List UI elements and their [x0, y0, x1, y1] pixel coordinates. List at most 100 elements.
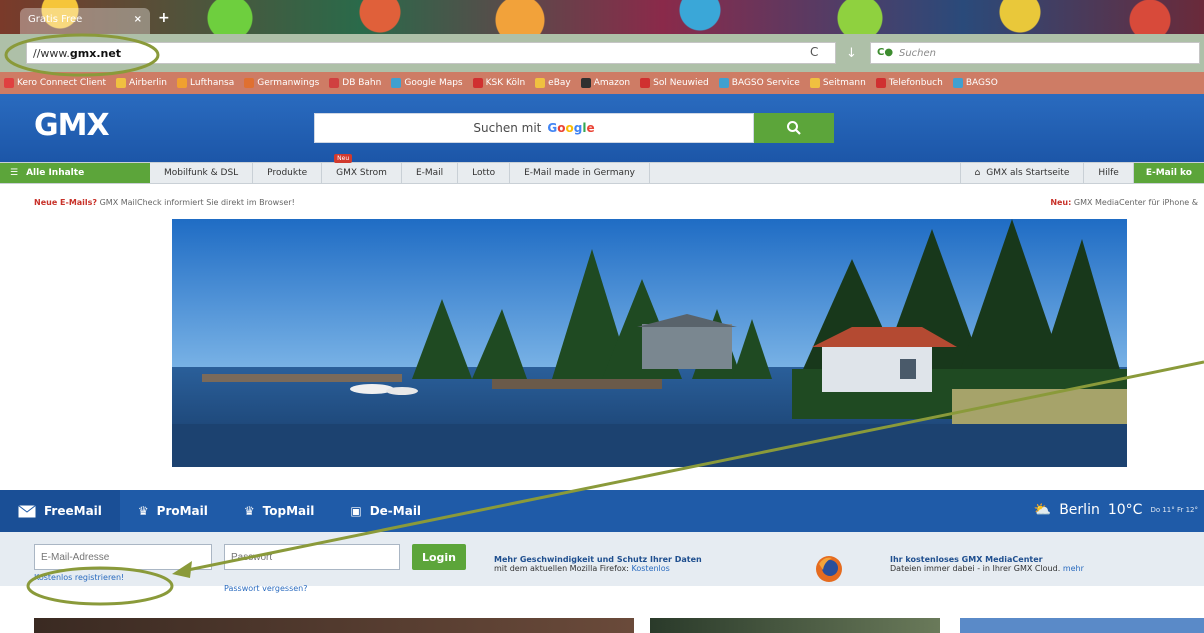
bookmark-favicon-icon — [535, 78, 546, 88]
bookmark-label: Amazon — [593, 78, 631, 88]
nav-email-ko[interactable]: E-Mail ko — [1133, 163, 1204, 183]
login-button[interactable]: Login — [412, 544, 466, 570]
mail-tabs: FreeMail ♛ ProMail ♛ TopMail ▣ De-Mail ⛅… — [0, 490, 1204, 532]
nav-item-lotto[interactable]: Lotto — [458, 163, 511, 183]
nav-item-email-germany[interactable]: E-Mail made in Germany — [510, 163, 651, 183]
weather-temp: 10°C — [1107, 502, 1143, 518]
search-placeholder: Suchen — [899, 48, 937, 59]
teaser-image[interactable] — [650, 618, 940, 633]
address-bar[interactable]: //www.gmx.net — [26, 42, 836, 64]
bookmark-favicon-icon — [580, 78, 591, 88]
bookmark-item[interactable]: BAGSO Service — [718, 76, 800, 90]
bookmark-item[interactable]: Germanwings — [244, 76, 319, 90]
nav-all-content[interactable]: ☰ Alle Inhalte — [0, 163, 150, 183]
google-search-input[interactable]: Suchen mit Google — [314, 113, 754, 143]
password-field[interactable] — [224, 544, 400, 570]
bookmark-label: BAGSO Service — [731, 78, 800, 88]
bookmark-favicon-icon — [472, 78, 483, 88]
promo-mediacenter[interactable]: Ihr kostenloses GMX MediaCenter Dateien … — [890, 555, 1204, 573]
gmx-logo[interactable]: GMX — [34, 108, 110, 143]
tab-topmail[interactable]: ♛ TopMail — [226, 490, 332, 532]
bookmark-label: Seitmann — [822, 78, 866, 88]
bookmark-favicon-icon — [116, 78, 126, 88]
notice-left-text: GMX MailCheck informiert Sie direkt im B… — [99, 198, 295, 207]
nav-startpage[interactable]: ⌂ GMX als Startseite — [959, 163, 1085, 183]
tab-freemail[interactable]: FreeMail — [0, 490, 120, 532]
reload-icon[interactable]: C — [810, 45, 818, 59]
browser-toolbar: //www.gmx.net C ↓ C● Suchen ⌂ ☆ — [0, 34, 1204, 72]
bookmark-item[interactable]: KSK Köln — [472, 76, 526, 90]
tab-close-icon[interactable]: × — [134, 14, 142, 28]
bookmark-favicon-icon — [809, 78, 820, 88]
nav-item-produkte[interactable]: Produkte — [253, 163, 323, 183]
browser-tab[interactable]: Gratis Free × — [20, 8, 150, 34]
notice-bar: Neue E-Mails? GMX MailCheck informiert S… — [0, 196, 1204, 210]
crown-icon: ♛ — [243, 504, 255, 518]
bookmark-label: DB Bahn — [342, 78, 382, 88]
bookmark-label: Kero Connect Client — [17, 78, 106, 88]
house-icon: ⌂ — [974, 168, 981, 178]
bookmark-item[interactable]: Airberlin — [116, 76, 167, 90]
home-icon[interactable]: ⌂ — [1156, 44, 1165, 60]
weather-forecast: Do 11° Fr 12° — [1150, 506, 1198, 514]
bookmark-star-icon[interactable]: ☆ — [1180, 44, 1193, 60]
nav-all-label: Alle Inhalte — [26, 168, 85, 178]
tab-promail[interactable]: ♛ ProMail — [120, 490, 226, 532]
promo-mediacenter-text: Dateien immer dabei - in Ihrer GMX Cloud… — [890, 564, 1061, 573]
teaser-image[interactable] — [960, 618, 1204, 633]
notice-left-highlight: Neue E-Mails? — [34, 198, 98, 207]
bookmark-label: KSK Köln — [485, 78, 526, 88]
search-icon — [787, 121, 801, 135]
url-prefix: //www. — [33, 47, 70, 60]
demail-icon: ▣ — [350, 504, 362, 518]
cloud-sun-icon: ⛅ — [1033, 502, 1052, 518]
bookmark-favicon-icon — [177, 78, 188, 88]
main-nav: ☰ Alle Inhalte Mobilfunk & DSL Produkte … — [0, 154, 1204, 184]
nav-item-strom[interactable]: Neu GMX Strom — [322, 154, 402, 183]
promo-firefox[interactable]: Mehr Geschwindigkeit und Schutz Ihrer Da… — [494, 555, 794, 573]
bookmark-item[interactable]: eBay — [535, 76, 571, 90]
forgot-password-link[interactable]: Passwort vergessen? — [224, 584, 308, 593]
notice-right[interactable]: Neu: GMX MediaCenter für iPhone & — [1050, 198, 1198, 207]
bookmark-favicon-icon — [391, 78, 402, 88]
email-field[interactable] — [34, 544, 212, 570]
download-icon[interactable]: ↓ — [846, 46, 862, 62]
bookmark-item[interactable]: Seitmann — [809, 76, 866, 90]
hamburger-menu-icon: ☰ — [10, 168, 19, 178]
bookmark-item[interactable]: Amazon — [580, 76, 631, 90]
bookmark-label: Sol Neuwied — [653, 78, 709, 88]
search-button[interactable] — [754, 113, 834, 143]
browser-search-box[interactable]: C● Suchen — [870, 42, 1200, 64]
nav-item-mobilfunk[interactable]: Mobilfunk & DSL — [150, 163, 254, 183]
register-link[interactable]: Kostenlos registrieren! — [34, 573, 124, 582]
promo-mediacenter-link[interactable]: mehr — [1063, 564, 1084, 573]
tab-demail-label: De-Mail — [369, 504, 422, 518]
nav-help[interactable]: Hilfe — [1084, 163, 1134, 183]
bookmark-item[interactable]: BAGSO — [952, 76, 998, 90]
tab-freemail-label: FreeMail — [44, 504, 102, 518]
nav-item-email[interactable]: E-Mail — [402, 163, 459, 183]
teaser-image[interactable] — [34, 618, 634, 633]
tab-demail[interactable]: ▣ De-Mail — [332, 490, 439, 532]
weather-widget[interactable]: ⛅ Berlin 10°C Do 11° Fr 12° — [1034, 502, 1198, 518]
hero-landscape-image — [172, 219, 1127, 467]
bookmark-favicon-icon — [952, 78, 963, 88]
bookmark-item[interactable]: Sol Neuwied — [640, 76, 709, 90]
promo-firefox-title: Mehr Geschwindigkeit und Schutz Ihrer Da… — [494, 555, 702, 564]
notice-right-text: GMX MediaCenter für iPhone & — [1073, 198, 1198, 207]
bookmark-item[interactable]: Telefonbuch — [875, 76, 943, 90]
promo-firefox-link[interactable]: Kostenlos — [632, 564, 670, 573]
new-tab-button[interactable]: + — [158, 10, 170, 26]
bookmark-item[interactable]: Google Maps — [391, 76, 463, 90]
bookmark-item[interactable]: Kero Connect Client — [4, 76, 106, 90]
tab-title: Gratis Free — [28, 14, 83, 25]
bookmark-item[interactable]: DB Bahn — [329, 76, 381, 90]
bookmark-favicon-icon — [4, 78, 14, 88]
nav-item-strom-label: GMX Strom — [336, 168, 387, 178]
promo-mediacenter-title: Ihr kostenloses GMX MediaCenter — [890, 555, 1043, 564]
envelope-icon — [18, 504, 36, 517]
content-teasers — [0, 618, 1204, 633]
notice-left[interactable]: Neue E-Mails? GMX MailCheck informiert S… — [34, 198, 295, 207]
bookmark-item[interactable]: Lufthansa — [177, 76, 234, 90]
notice-right-highlight: Neu: — [1050, 198, 1072, 207]
